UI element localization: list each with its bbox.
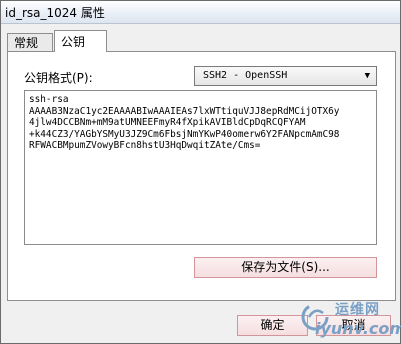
title-bar[interactable]: id_rsa_1024 属性 (1, 1, 400, 24)
key-format-label: 公钥格式(P): (24, 71, 93, 85)
chevron-down-icon[interactable]: ▼ (365, 67, 370, 85)
public-key-textbox[interactable]: ssh-rsa AAAAB3NzaC1yc2EAAAABIwAAAIEAs7lx… (24, 90, 377, 245)
properties-dialog: id_rsa_1024 属性 常规 公钥 公钥格式(P): SSH2 - Ope… (0, 0, 401, 344)
window-title: id_rsa_1024 属性 (5, 6, 105, 20)
save-as-file-button[interactable]: 保存为文件(S)... (194, 257, 377, 278)
ok-button[interactable]: 确定 (237, 315, 308, 336)
key-format-value: SSH2 - OpenSSH (203, 70, 288, 81)
tab-public-key[interactable]: 公钥 (54, 30, 107, 52)
key-format-dropdown[interactable]: SSH2 - OpenSSH ▼ (194, 66, 377, 86)
tab-general[interactable]: 常规 (7, 33, 53, 51)
public-key-panel: 公钥格式(P): SSH2 - OpenSSH ▼ ssh-rsa AAAAB3… (7, 51, 396, 301)
cancel-button[interactable]: 取消 (316, 315, 391, 336)
tab-strip: 常规 公钥 (1, 23, 400, 52)
